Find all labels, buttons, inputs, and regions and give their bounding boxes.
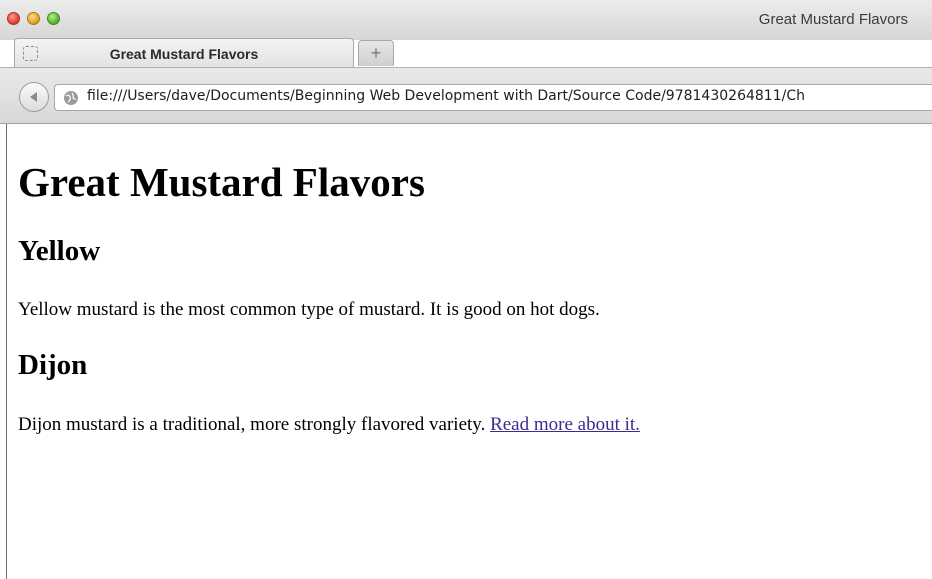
- url-text: file:///Users/dave/Documents/Beginning W…: [87, 88, 805, 104]
- back-arrow-icon: [30, 92, 37, 102]
- tab-great-mustard-flavors[interactable]: Great Mustard Flavors: [14, 38, 354, 68]
- tab-label: Great Mustard Flavors: [109, 46, 259, 62]
- section-heading-dijon: Dijon: [18, 349, 88, 381]
- window-left-edge: [0, 124, 7, 579]
- section-text-yellow: Yellow mustard is the most common type o…: [18, 299, 600, 320]
- new-tab-button[interactable]: +: [358, 40, 394, 66]
- plus-icon: +: [370, 43, 382, 63]
- zoom-window-button[interactable]: [47, 12, 60, 25]
- title-bar: Great Mustard Flavors: [0, 0, 932, 40]
- address-bar[interactable]: file:///Users/dave/Documents/Beginning W…: [54, 84, 932, 111]
- section-text-dijon: Dijon mustard is a traditional, more str…: [18, 414, 491, 435]
- section-heading-yellow: Yellow: [18, 235, 101, 267]
- read-more-link[interactable]: Read more about it.: [490, 414, 640, 435]
- close-window-button[interactable]: [7, 12, 20, 25]
- globe-icon: [64, 91, 78, 105]
- navigation-toolbar: file:///Users/dave/Documents/Beginning W…: [0, 67, 932, 124]
- page-title: Great Mustard Flavors: [18, 159, 425, 205]
- back-button[interactable]: [19, 82, 49, 112]
- minimize-window-button[interactable]: [27, 12, 40, 25]
- window-title: Great Mustard Flavors: [758, 11, 908, 28]
- page-content: Great Mustard Flavors Yellow Yellow must…: [18, 124, 918, 437]
- section-paragraph-dijon: Dijon mustard is a traditional, more str…: [18, 413, 918, 437]
